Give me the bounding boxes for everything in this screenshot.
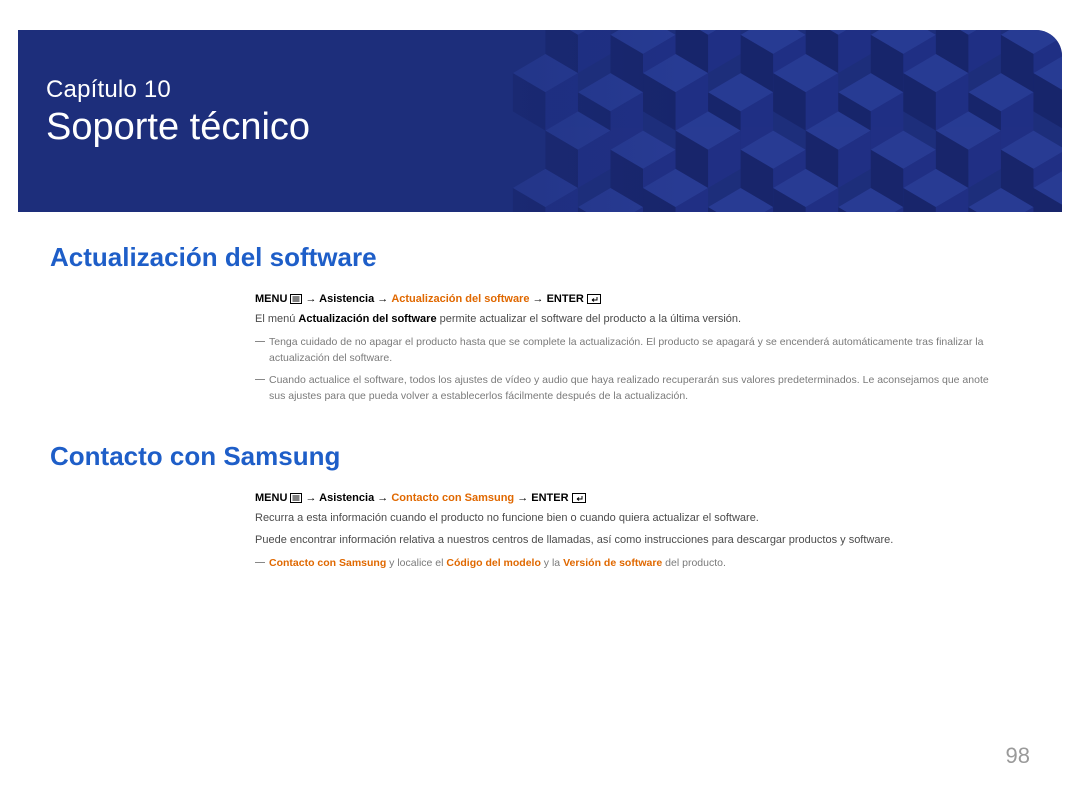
chapter-title: Soporte técnico bbox=[46, 106, 310, 149]
menu-icon bbox=[290, 293, 302, 305]
text-highlight: Versión de software bbox=[563, 557, 662, 569]
text: y localice el bbox=[386, 557, 446, 569]
text: El menú bbox=[255, 313, 298, 325]
text-bold: Actualización del software bbox=[298, 313, 436, 325]
text: del producto. bbox=[662, 557, 726, 569]
note-text: Tenga cuidado de no apagar el producto h… bbox=[255, 334, 990, 367]
section-contact-samsung: Contacto con Samsung MENU → Asistencia →… bbox=[50, 441, 1030, 571]
menu-path-2: → ENTER bbox=[514, 492, 568, 504]
menu-prefix: MENU bbox=[255, 492, 287, 504]
menu-path: MENU → Asistencia → Contacto con Samsung… bbox=[255, 492, 1030, 504]
section-title: Actualización del software bbox=[50, 242, 1030, 273]
menu-highlight: Contacto con Samsung bbox=[391, 492, 514, 504]
menu-highlight: Actualización del software bbox=[391, 293, 529, 305]
chapter-banner: Capítulo 10 Soporte técnico bbox=[18, 30, 1062, 212]
menu-path-1: → Asistencia → bbox=[306, 492, 392, 504]
note-text: Contacto con Samsung y localice el Códig… bbox=[255, 555, 990, 571]
section-title: Contacto con Samsung bbox=[50, 441, 1030, 472]
banner-decoration bbox=[488, 30, 1062, 212]
body-text: Puede encontrar información relativa a n… bbox=[255, 532, 990, 549]
enter-icon bbox=[572, 492, 586, 504]
menu-path: MENU → Asistencia → Actualización del so… bbox=[255, 293, 1030, 305]
enter-icon bbox=[587, 293, 601, 305]
menu-path-2: → ENTER bbox=[529, 293, 583, 305]
text: permite actualizar el software del produ… bbox=[437, 313, 741, 325]
menu-icon bbox=[290, 492, 302, 504]
menu-prefix: MENU bbox=[255, 293, 287, 305]
chapter-label: Capítulo 10 bbox=[46, 76, 310, 104]
document-page: Capítulo 10 Soporte técnico Actualizació… bbox=[0, 30, 1080, 793]
section-software-update: Actualización del software MENU → Asiste… bbox=[50, 242, 1030, 405]
banner-text: Capítulo 10 Soporte técnico bbox=[46, 76, 310, 149]
menu-path-1: → Asistencia → bbox=[306, 293, 392, 305]
page-number: 98 bbox=[1006, 743, 1030, 769]
page-content: Actualización del software MENU → Asiste… bbox=[0, 212, 1080, 571]
text-highlight: Código del modelo bbox=[446, 557, 541, 569]
text: y la bbox=[541, 557, 563, 569]
body-text: Recurra a esta información cuando el pro… bbox=[255, 510, 990, 527]
body-text: El menú Actualización del software permi… bbox=[255, 311, 990, 328]
text-highlight: Contacto con Samsung bbox=[269, 557, 386, 569]
note-text: Cuando actualice el software, todos los … bbox=[255, 372, 990, 405]
